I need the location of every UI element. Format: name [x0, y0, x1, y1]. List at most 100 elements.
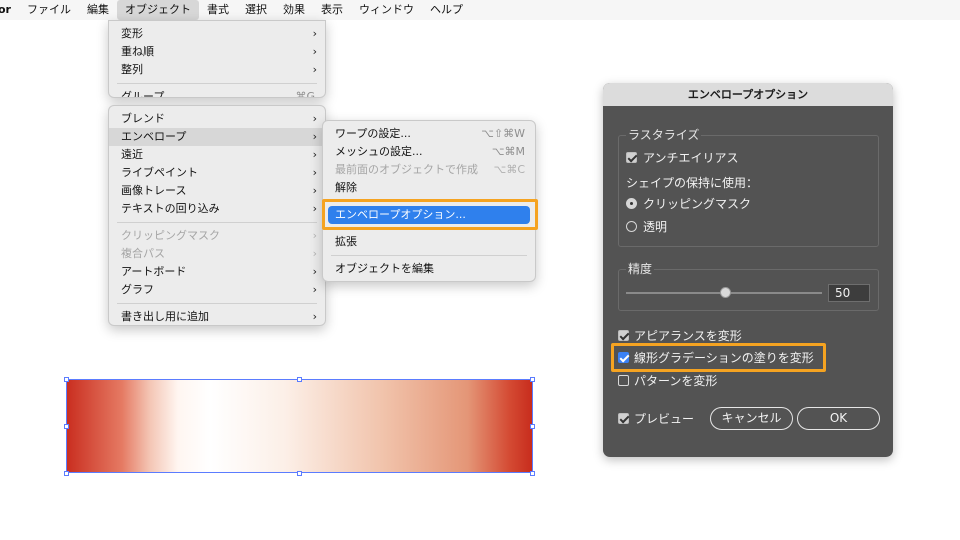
- distort-appearance-checkbox[interactable]: [618, 330, 629, 341]
- menu-item-label: 最前面のオブジェクトで作成: [335, 163, 478, 176]
- app-menu[interactable]: or: [0, 0, 19, 20]
- menu-bar: or ファイル 編集 オブジェクト 書式 選択 効果 表示 ウィンドウ ヘルプ: [0, 0, 960, 20]
- chevron-right-icon: ›: [312, 148, 317, 161]
- chevron-right-icon: ›: [312, 45, 317, 58]
- menu-item-label: 整列: [121, 63, 143, 76]
- resize-handle[interactable]: [297, 471, 302, 476]
- menu-item-expand[interactable]: 拡張: [323, 233, 535, 251]
- menu-view[interactable]: 表示: [313, 0, 351, 20]
- distort-pattern-checkbox[interactable]: [618, 375, 629, 386]
- menu-item-label: 解除: [335, 181, 357, 194]
- distort-pattern-label: パターンを変形: [634, 374, 718, 388]
- distort-appearance-label: アピアランスを変形: [634, 329, 742, 343]
- chevron-right-icon: ›: [312, 27, 317, 40]
- menu-item-label: 複合パス: [121, 247, 165, 260]
- menu-type[interactable]: 書式: [199, 0, 237, 20]
- menu-help[interactable]: ヘルプ: [422, 0, 471, 20]
- menu-item-label: ライブペイント: [121, 166, 198, 179]
- menu-item-graph[interactable]: グラフ ›: [109, 281, 325, 299]
- menu-item-label: 重ね順: [121, 45, 154, 58]
- menu-select[interactable]: 選択: [237, 0, 275, 20]
- menu-item-label: ワープの設定...: [335, 127, 411, 140]
- menu-effect[interactable]: 効果: [275, 0, 313, 20]
- menu-item-label: エンベロープ: [121, 130, 187, 143]
- shape-preserve-label: シェイプの保持に使用：: [626, 176, 759, 190]
- menu-item-image-trace[interactable]: 画像トレース ›: [109, 182, 325, 200]
- menu-item-blend[interactable]: ブレンド ›: [109, 110, 325, 128]
- menu-item-label: グループ: [121, 90, 165, 98]
- menu-item-add-to-export[interactable]: 書き出し用に追加 ›: [109, 308, 325, 326]
- resize-handle[interactable]: [64, 471, 69, 476]
- menu-item-label: 書き出し用に追加: [121, 310, 209, 323]
- menu-shortcut: ⌥⌘M: [491, 145, 525, 158]
- menu-item-perspective[interactable]: 遠近 ›: [109, 146, 325, 164]
- resize-handle[interactable]: [297, 377, 302, 382]
- ok-button[interactable]: OK: [797, 407, 880, 430]
- object-menu-top: 変形 › 重ね順 › 整列 › グループ ⌘G: [108, 20, 326, 98]
- menu-separator: [117, 83, 317, 84]
- menu-shortcut: ⌥⇧⌘W: [481, 127, 525, 140]
- chevron-right-icon: ›: [312, 310, 317, 323]
- precision-slider-knob[interactable]: [720, 287, 731, 298]
- menu-separator: [117, 222, 317, 223]
- chevron-right-icon: ›: [312, 112, 317, 125]
- selection-bounding-box: [66, 379, 533, 473]
- menu-item-label: クリッピングマスク: [121, 229, 220, 242]
- menu-shortcut: ⌘G: [295, 90, 315, 98]
- menu-item-label: 拡張: [335, 235, 357, 248]
- preview-checkbox[interactable]: [618, 413, 629, 424]
- chevron-right-icon: ›: [312, 184, 317, 197]
- clipping-mask-radio[interactable]: [626, 198, 637, 209]
- resize-handle[interactable]: [530, 471, 535, 476]
- preview-label: プレビュー: [634, 412, 695, 426]
- menu-item-label: 変形: [121, 27, 143, 40]
- menu-object[interactable]: オブジェクト: [116, 0, 199, 20]
- menu-item-envelope[interactable]: エンベロープ ›: [109, 128, 325, 146]
- menu-item-label: オブジェクトを編集: [335, 262, 434, 275]
- menu-item-label: ブレンド: [121, 112, 165, 125]
- menu-edit[interactable]: 編集: [79, 0, 117, 20]
- menu-item-label: テキストの回り込み: [121, 202, 220, 215]
- menu-item-align[interactable]: 整列 ›: [109, 61, 325, 79]
- menu-item-release[interactable]: 解除: [323, 179, 535, 197]
- resize-handle[interactable]: [64, 424, 69, 429]
- menu-item-live-paint[interactable]: ライブペイント ›: [109, 164, 325, 182]
- menu-item-clipping-mask: クリッピングマスク ›: [109, 227, 325, 245]
- menu-item-group[interactable]: グループ ⌘G: [109, 88, 325, 98]
- antialias-checkbox[interactable]: [626, 152, 637, 163]
- chevron-right-icon: ›: [312, 130, 317, 143]
- resize-handle[interactable]: [64, 377, 69, 382]
- resize-handle[interactable]: [530, 424, 535, 429]
- antialias-label: アンチエイリアス: [643, 151, 739, 165]
- transparency-radio[interactable]: [626, 221, 637, 232]
- menu-item-make-with-top-object: 最前面のオブジェクトで作成 ⌥⌘C: [323, 161, 535, 179]
- menu-item-artboards[interactable]: アートボード ›: [109, 263, 325, 281]
- menu-item-edit-contents[interactable]: オブジェクトを編集: [323, 260, 535, 278]
- rasterize-label: ラスタライズ: [626, 126, 702, 143]
- menu-item-make-with-mesh[interactable]: メッシュの設定... ⌥⌘M: [323, 143, 535, 161]
- dialog-title: エンベロープオプション: [603, 83, 893, 106]
- menu-separator: [331, 255, 527, 256]
- menu-item-label: 遠近: [121, 148, 143, 161]
- highlight-annotation: [611, 343, 826, 372]
- envelope-options-dialog: エンベロープオプション ラスタライズ アンチエイリアス シェイプの保持に使用： …: [603, 83, 893, 457]
- menu-item-label: グラフ: [121, 283, 154, 296]
- chevron-right-icon: ›: [312, 283, 317, 296]
- chevron-right-icon: ›: [312, 265, 317, 278]
- precision-input[interactable]: 50: [828, 284, 870, 302]
- transparency-label: 透明: [643, 220, 668, 234]
- menu-item-make-with-warp[interactable]: ワープの設定... ⌥⇧⌘W: [323, 125, 535, 143]
- menu-item-arrange[interactable]: 重ね順 ›: [109, 43, 325, 61]
- menu-file[interactable]: ファイル: [19, 0, 79, 20]
- menu-item-label: 画像トレース: [121, 184, 187, 197]
- chevron-right-icon: ›: [312, 229, 317, 242]
- menu-item-transform[interactable]: 変形 ›: [109, 25, 325, 43]
- chevron-right-icon: ›: [312, 247, 317, 260]
- menu-shortcut: ⌥⌘C: [493, 163, 525, 176]
- precision-label: 精度: [626, 260, 655, 277]
- menu-item-text-wrap[interactable]: テキストの回り込み ›: [109, 200, 325, 218]
- resize-handle[interactable]: [530, 377, 535, 382]
- menu-window[interactable]: ウィンドウ: [351, 0, 422, 20]
- highlight-annotation: [322, 199, 538, 230]
- cancel-button[interactable]: キャンセル: [710, 407, 793, 430]
